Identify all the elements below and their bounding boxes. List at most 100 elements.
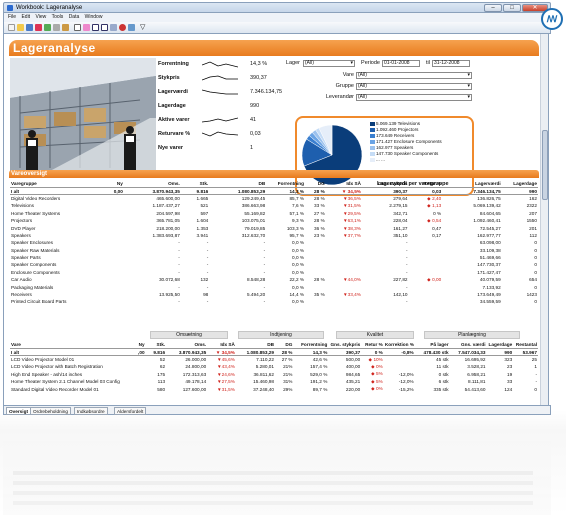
table-row[interactable]: Enclosure Components - - - 0,0 % - 171.427,47 0 — [10, 269, 538, 276]
tab-indkobsordre[interactable]: Indkøbsordre — [74, 407, 108, 415]
table-row[interactable]: Speaker Enclosures - - - 0,0 % - 63.098,00 0 — [10, 239, 538, 246]
table-row[interactable]: High End Speaker - ash/14 inches 175 172.3… — [10, 371, 538, 378]
tab-ordrebeholdning[interactable]: Ordrebeholdning — [30, 407, 71, 415]
scrollbar-thumb[interactable] — [542, 130, 548, 200]
table-row[interactable]: Packaging Materials - - - 0,0 % - 7.133,92 0 — [10, 283, 538, 290]
kpi-forrentning-value: 14,3 % — [250, 61, 268, 67]
column-header[interactable]: Retur % — [409, 180, 443, 187]
chart-icon[interactable] — [110, 24, 117, 31]
edit-icon[interactable] — [62, 24, 69, 31]
column-header[interactable]: Ny — [135, 341, 145, 348]
filter-gruppe-select[interactable]: (All) — [356, 83, 472, 90]
column-header[interactable]: DB — [209, 180, 266, 187]
table-row[interactable]: Home Theater System 2.1 Channel Model 03… — [10, 378, 538, 385]
total-cell: -0,8% — [383, 347, 415, 357]
table-row[interactable]: DVD Player 218.200,00 1.353 79.019,85 103,3 … — [10, 224, 538, 231]
column-header[interactable]: Idx SÅ — [207, 341, 236, 348]
open-folder-icon[interactable] — [17, 24, 24, 31]
minimize-button[interactable]: – — [484, 4, 502, 12]
maximize-button[interactable]: □ — [503, 4, 521, 12]
column-header[interactable]: Gns. stykpris — [362, 180, 409, 187]
column-header[interactable]: DB — [236, 341, 275, 348]
column-header[interactable]: Gns. værdi — [450, 341, 487, 348]
tab-oversigt[interactable]: Oversigt — [6, 407, 32, 415]
table-row[interactable]: Speaker Parts - - - 0,0 % - 51.469,66 0 — [10, 254, 538, 261]
table-cell: 34.559,59 — [479, 299, 501, 305]
filter-leverandor-select[interactable]: (All) — [356, 94, 472, 101]
new-icon[interactable] — [8, 24, 15, 31]
column-header[interactable]: Stk. — [146, 341, 167, 348]
save-icon[interactable] — [26, 24, 33, 31]
pdf-icon[interactable] — [35, 24, 42, 31]
column-header[interactable]: Ny — [103, 180, 124, 187]
column-header[interactable]: Stk. — [181, 180, 209, 187]
column-header[interactable]: Restantal — [513, 341, 538, 348]
table-row[interactable]: Speaker Components - - - 0,0 % - 147.730,37 0 — [10, 261, 538, 268]
tab-aldersfordelt[interactable]: Aldersfordelt — [114, 407, 147, 415]
group-indtjening[interactable]: Indtjening — [238, 331, 324, 339]
table-row[interactable]: Receivers 13.925,50 98 5.494,20 14,4 % 35 % ▼3… — [10, 291, 538, 298]
group-omsaetning[interactable]: Omsætning — [150, 331, 228, 339]
table-row[interactable]: LCD Video Projector with Batch Registrat… — [10, 363, 538, 370]
legend-swatch — [370, 152, 375, 156]
table-row[interactable]: Speaker Raw Materials - - - 0,0 % - 33.109,38 0 — [10, 247, 538, 254]
table-cell: 6.958,21 — [467, 371, 486, 377]
table-row[interactable]: Projectors 365.781,05 1.604 103.075,01 9,3 %… — [10, 217, 538, 224]
table-row[interactable]: Printed Circuit Board Parts - - - 0,0 % - 34.5… — [10, 298, 538, 305]
menu-view[interactable]: View — [35, 14, 46, 20]
table-row[interactable]: Digital Video Recorders 465.600,00 1.665 12… — [10, 195, 538, 202]
table-cell: 26.000,00 — [185, 357, 207, 363]
column-header[interactable]: Vare — [10, 341, 135, 348]
table-cell: 172.313,63 — [182, 371, 207, 377]
print-icon[interactable] — [53, 24, 60, 31]
table-cell: 84.604,65 — [479, 210, 501, 216]
menu-tools[interactable]: Tools — [52, 14, 64, 20]
column-header[interactable]: Varegruppe — [10, 180, 103, 187]
column-header[interactable]: Retur % — [361, 341, 384, 348]
copy-icon[interactable] — [74, 24, 81, 31]
vertical-scrollbar[interactable] — [540, 34, 548, 406]
group-planlaegning[interactable]: Planlægning — [424, 331, 520, 339]
periode-from-input[interactable]: 01-01-2008 — [382, 60, 420, 67]
column-header[interactable]: DG — [275, 341, 293, 348]
column-header[interactable]: Forrentning — [266, 180, 305, 187]
grid-icon[interactable] — [101, 24, 108, 31]
table-row[interactable]: Car Audio 30.072,68 132 8.548,28 22,2 % 28 % ▼… — [10, 276, 538, 283]
table-cell: - — [206, 255, 209, 261]
table-cell: 45 stk — [436, 357, 449, 363]
column-header[interactable]: Gns. stykpris — [328, 341, 361, 348]
menu-edit[interactable]: Edit — [21, 14, 30, 20]
menu-window[interactable]: Window — [85, 14, 103, 20]
export-icon[interactable] — [44, 24, 51, 31]
stop-icon[interactable] — [119, 24, 126, 31]
filter-icon[interactable]: ▽ — [140, 24, 147, 31]
column-header[interactable]: Lagerværdi — [442, 180, 502, 187]
column-header[interactable]: Idx SÅ — [326, 180, 362, 187]
table-row[interactable]: Standard Digital Video Recorder Model 01… — [10, 385, 538, 392]
column-header[interactable]: DG — [305, 180, 326, 187]
table-cell: ▼31,5% — [343, 203, 361, 209]
column-header[interactable]: På lager — [415, 341, 450, 348]
title-bar[interactable]: Workbook: Lageranalyse – □ ✕ — [3, 2, 551, 13]
table-row[interactable]: LCD Video Projector Model 01 52 26.000,00 ▼… — [10, 356, 538, 363]
table-row[interactable]: Home Theater Systems 204.597,98 597 55.169,… — [10, 210, 538, 217]
filter-lager-select[interactable]: (All) — [303, 60, 355, 67]
table-row[interactable]: Televisions 1.187.437,27 521 386.663,98 7,6 … — [10, 202, 538, 209]
group-kvalitet[interactable]: Kvalitet — [336, 331, 414, 339]
menu-file[interactable]: File — [8, 14, 16, 20]
column-header[interactable]: Oms. — [166, 341, 207, 348]
table-row[interactable]: Speakers 1.383.693,87 3.941 312.632,70 95,7 … — [10, 232, 538, 239]
menu-data[interactable]: Data — [69, 14, 80, 20]
refresh-icon[interactable] — [128, 24, 135, 31]
periode-to-input[interactable]: 31-12-2008 — [432, 60, 470, 67]
column-header[interactable]: Lagerdage — [502, 180, 538, 187]
filter-vare-select[interactable]: (All) — [356, 72, 472, 79]
total-row[interactable]: I alt 0,00 3.870.943,35 9.816 1.080.853,29 14… — [10, 186, 538, 196]
column-header[interactable]: Lagerdage — [487, 341, 514, 348]
column-header[interactable]: Forrentning — [293, 341, 328, 348]
column-header[interactable]: Korrektion % — [384, 341, 415, 348]
paste-icon[interactable] — [83, 24, 90, 31]
sheet-icon[interactable] — [92, 24, 99, 31]
total-row[interactable]: I alt ,00 9.816 3.870.943,35 ▼ 34,5% 1.080.85… — [10, 347, 538, 357]
column-header[interactable]: Oms. — [124, 180, 181, 187]
